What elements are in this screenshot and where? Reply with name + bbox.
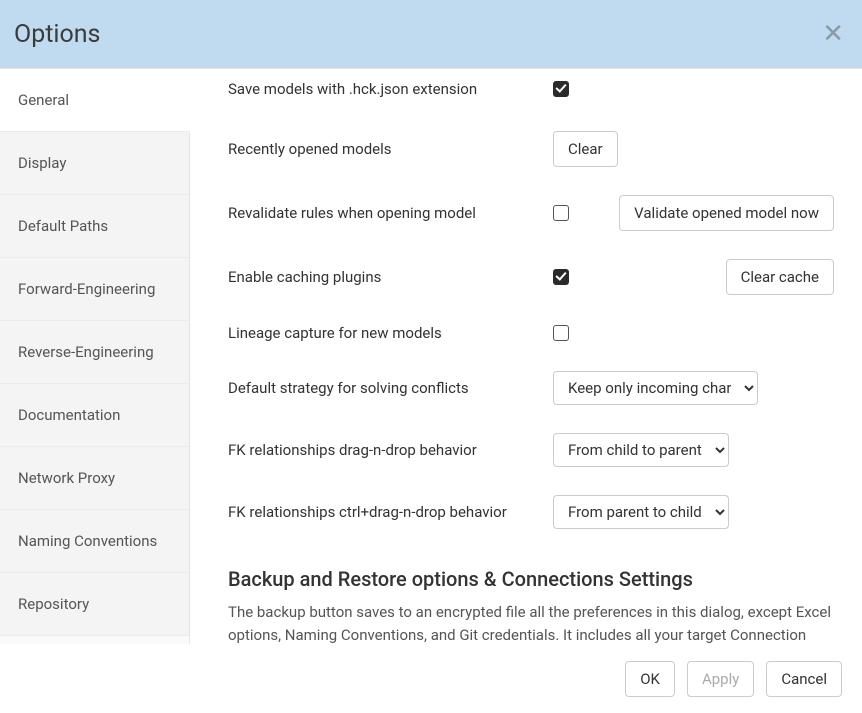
sidebar-item-label: General [18,91,69,109]
cancel-button[interactable]: Cancel [766,661,842,697]
sidebar-item-general[interactable]: General [0,69,190,132]
setting-row-revalidate: Revalidate rules when opening model Vali… [228,181,834,245]
sidebar-item-label: Reverse-Engineering [18,343,154,361]
setting-label: Recently opened models [228,140,553,158]
setting-label: Enable caching plugins [228,268,553,286]
close-icon[interactable]: ✕ [822,21,844,47]
sidebar-item-label: Naming Conventions [18,532,157,550]
dialog-body: General Display Default Paths Forward-En… [0,68,862,644]
apply-button[interactable]: Apply [687,661,754,697]
sidebar-item-label: Documentation [18,406,120,424]
sidebar-item-label: Network Proxy [18,469,115,487]
lineage-checkbox[interactable] [553,325,569,341]
sidebar-item-label: Forward-Engineering [18,280,155,298]
setting-label: Revalidate rules when opening model [228,204,553,222]
sidebar-item-documentation[interactable]: Documentation [0,384,189,447]
sidebar: General Display Default Paths Forward-En… [0,69,190,644]
setting-label: Save models with .hck.json extension [228,80,553,98]
sidebar-item-naming-conventions[interactable]: Naming Conventions [0,510,189,573]
revalidate-checkbox[interactable] [553,205,569,221]
setting-label: Default strategy for solving conflicts [228,379,553,397]
ok-button[interactable]: OK [625,661,675,697]
setting-label: FK relationships ctrl+drag-n-drop behavi… [228,503,553,521]
setting-row-lineage: Lineage capture for new models [228,309,834,357]
setting-row-fk-ctrl: FK relationships ctrl+drag-n-drop behavi… [228,481,834,543]
setting-row-caching: Enable caching plugins Clear cache [228,245,834,309]
sidebar-item-forward-engineering[interactable]: Forward-Engineering [0,258,189,321]
setting-row-recent: Recently opened models Clear [228,117,834,181]
validate-now-button[interactable]: Validate opened model now [619,195,834,231]
setting-row-conflict: Default strategy for solving conflicts K… [228,357,834,419]
sidebar-item-label: Repository [18,595,89,613]
titlebar: Options ✕ [0,0,862,68]
fk-ctrl-drag-select[interactable]: From parent to child [553,495,729,529]
backup-section-desc: The backup button saves to an encrypted … [228,601,834,644]
backup-section-title: Backup and Restore options & Connections… [228,567,834,591]
dialog-footer: OK Apply Cancel [0,644,862,713]
sidebar-item-display[interactable]: Display [0,132,189,195]
clear-recent-button[interactable]: Clear [553,131,618,167]
setting-row-save-ext: Save models with .hck.json extension [228,69,834,113]
save-ext-checkbox[interactable] [553,81,569,97]
sidebar-item-default-paths[interactable]: Default Paths [0,195,189,258]
conflict-strategy-select[interactable]: Keep only incoming char [553,371,758,405]
window-title: Options [14,20,100,49]
main-panel: Save models with .hck.json extension Rec… [190,69,862,644]
clear-cache-button[interactable]: Clear cache [726,259,834,295]
setting-label: FK relationships drag-n-drop behavior [228,441,553,459]
sidebar-item-label: Display [18,154,66,172]
sidebar-item-reverse-engineering[interactable]: Reverse-Engineering [0,321,189,384]
caching-checkbox[interactable] [553,269,569,285]
setting-row-fk-drag: FK relationships drag-n-drop behavior Fr… [228,419,834,481]
sidebar-item-label: Default Paths [18,217,108,235]
setting-label: Lineage capture for new models [228,324,553,342]
fk-drag-select[interactable]: From child to parent [553,433,729,467]
sidebar-item-repository[interactable]: Repository [0,573,189,636]
sidebar-item-network-proxy[interactable]: Network Proxy [0,447,189,510]
